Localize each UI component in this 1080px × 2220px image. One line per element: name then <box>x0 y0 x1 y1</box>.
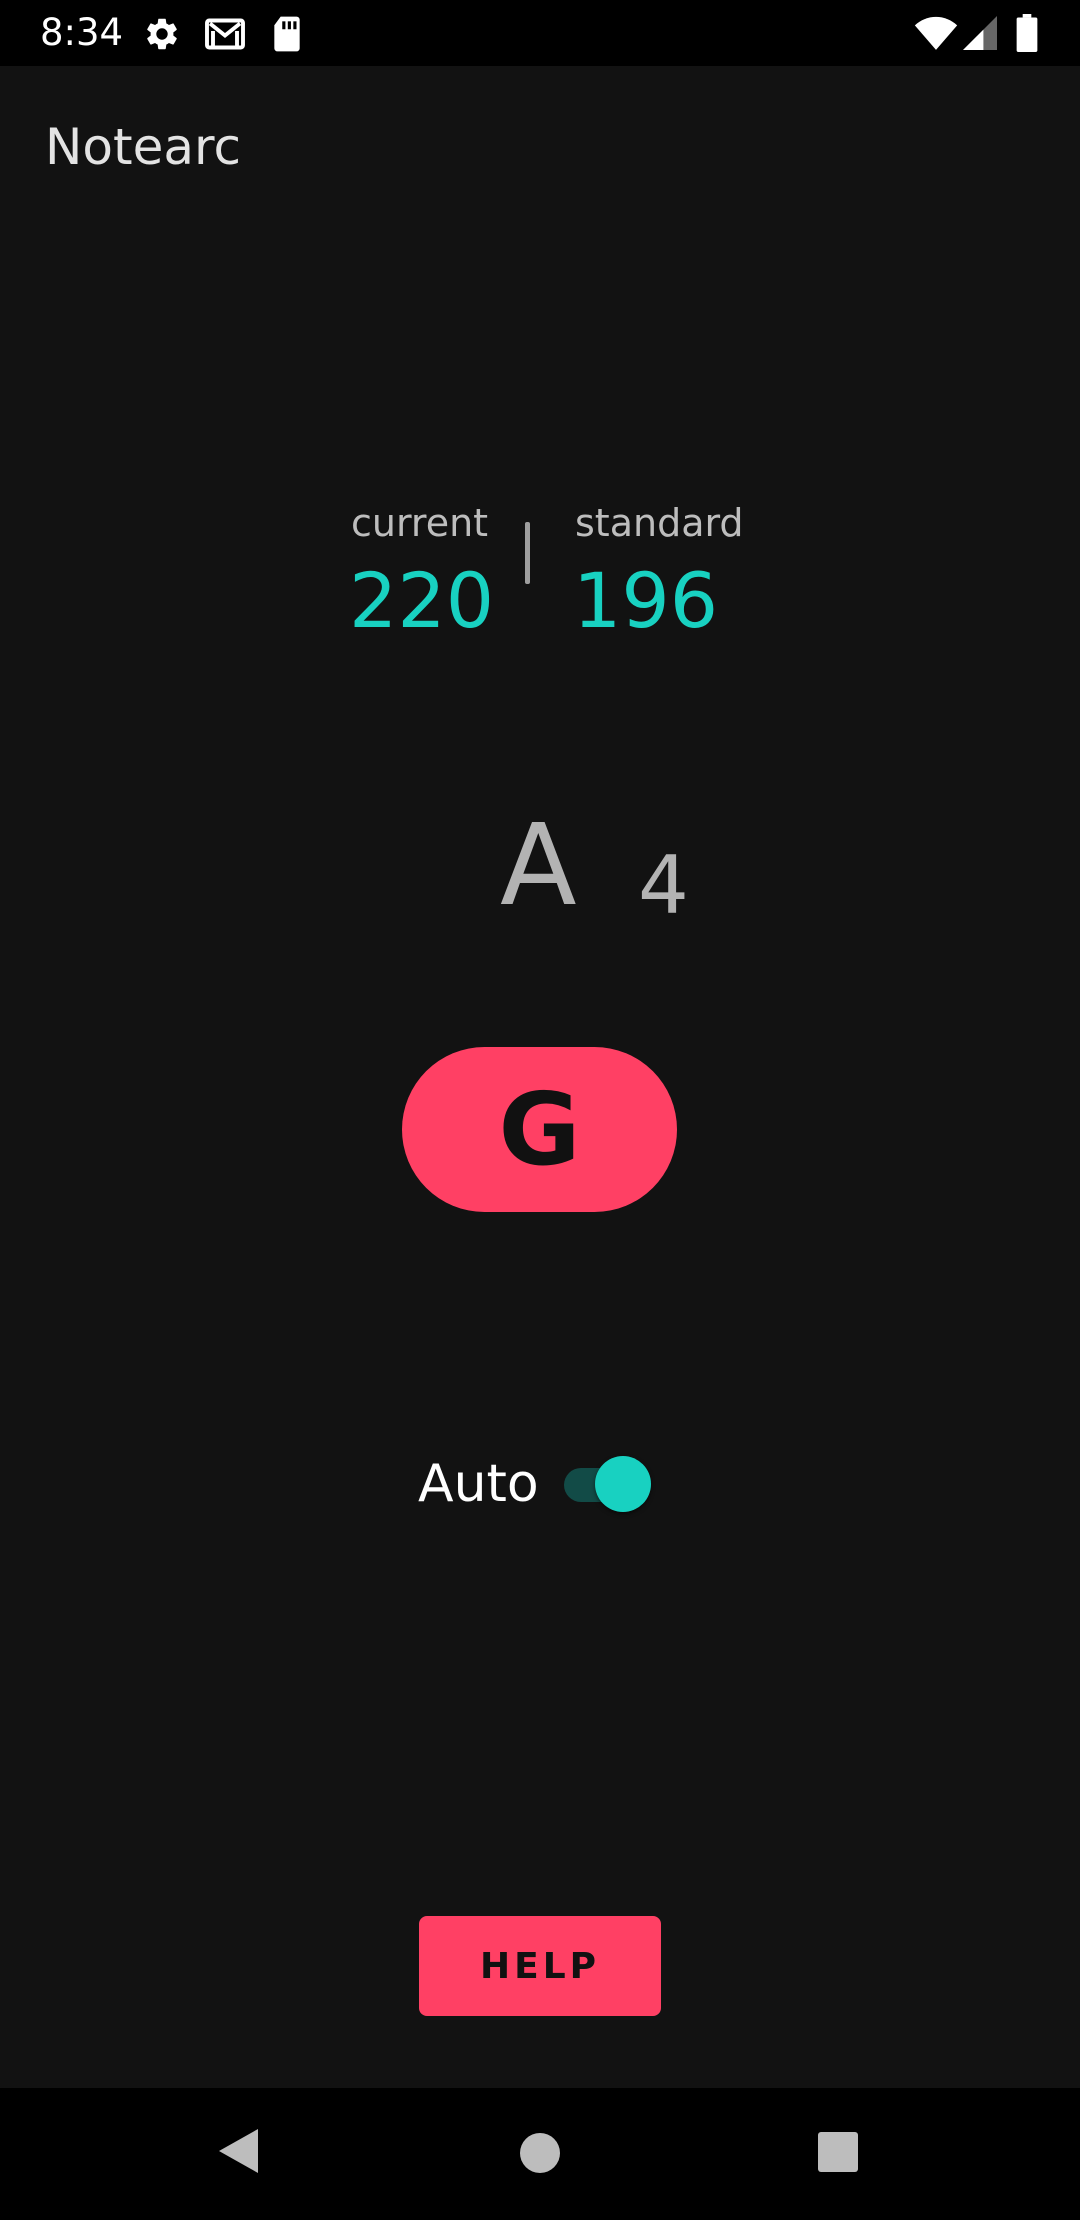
target-string-button[interactable]: G <box>402 1047 677 1212</box>
app-title: Notearc <box>45 118 241 176</box>
wifi-icon <box>914 16 958 50</box>
status-time: 8:34 <box>40 11 124 54</box>
detected-note-octave: 4 <box>638 839 689 932</box>
help-button[interactable]: HELP <box>419 1916 661 2016</box>
gmail-icon <box>204 15 246 53</box>
gear-icon <box>143 15 181 53</box>
switch-thumb <box>595 1456 651 1512</box>
standard-frequency-label: standard <box>575 501 744 545</box>
home-icon[interactable] <box>519 2132 561 2174</box>
current-frequency-label: current <box>351 501 489 545</box>
standard-frequency-value: 196 <box>573 556 719 645</box>
navigation-bar <box>0 2088 1080 2220</box>
sd-card-icon <box>271 15 303 53</box>
auto-mode-switch[interactable] <box>562 1454 654 1514</box>
status-bar: 8:34 <box>0 0 1080 66</box>
tuner-screen: Notearc current 220 standard 196 A 4 G A… <box>0 66 1080 2088</box>
cell-signal-icon <box>963 16 997 50</box>
recents-icon[interactable] <box>817 2131 859 2173</box>
back-icon[interactable] <box>216 2126 260 2176</box>
frequency-divider <box>525 522 530 584</box>
detected-note-name: A <box>500 801 577 931</box>
auto-mode-label: Auto <box>418 1454 539 1514</box>
current-frequency-value: 220 <box>349 556 495 645</box>
battery-icon <box>1016 14 1038 52</box>
